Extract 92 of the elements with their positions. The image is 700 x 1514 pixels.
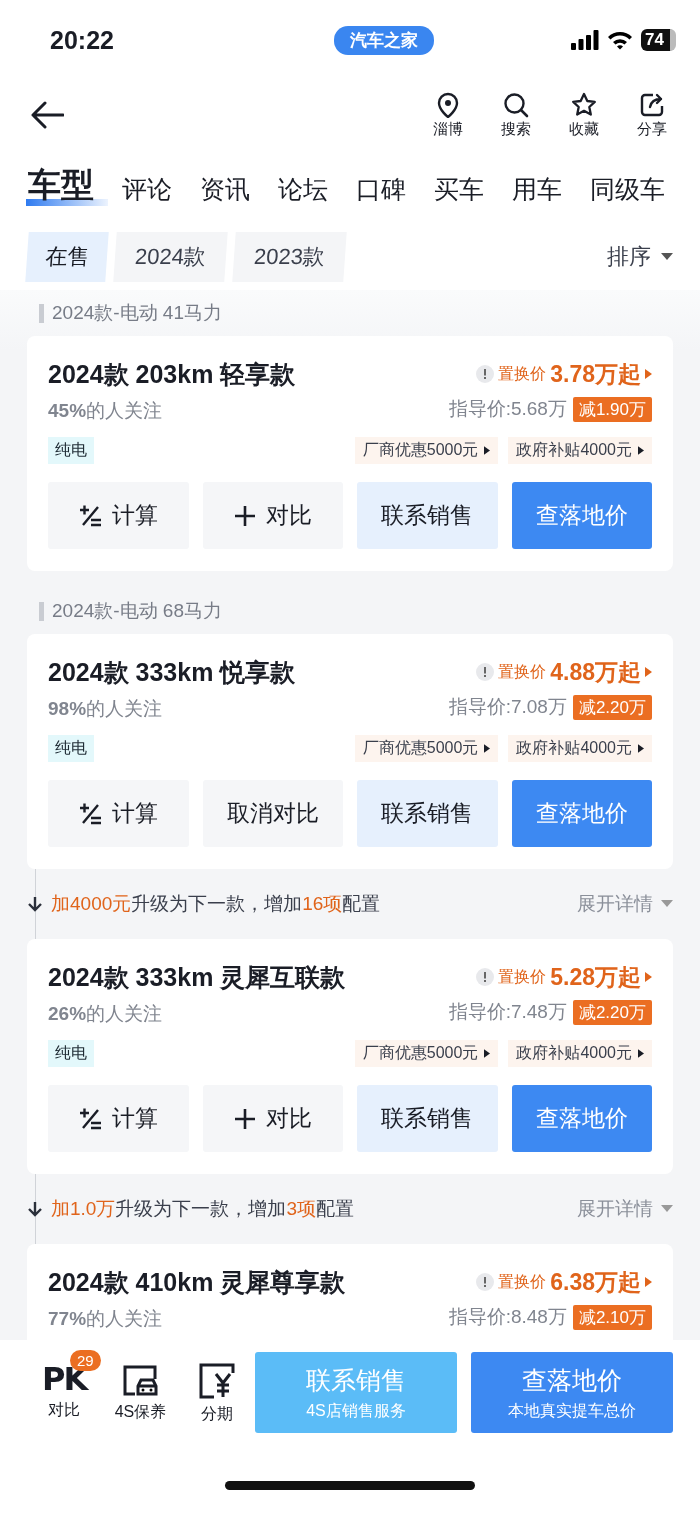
guide-price: 指导价:7.08万 (448, 695, 567, 719)
tab[interactable]: 资讯 (186, 173, 264, 214)
header-action-button[interactable]: 淄博 (414, 91, 482, 139)
header-action-button[interactable]: 收藏 (550, 91, 618, 139)
caret-down-icon (661, 900, 673, 908)
promotion-link[interactable]: 政府补贴4000元 (508, 1039, 652, 1067)
attention-text: 98%的人关注 (48, 697, 163, 721)
info-icon (476, 365, 495, 383)
wifi-icon (607, 30, 634, 50)
caret-right-icon (645, 1277, 652, 1287)
accent-bar (39, 601, 44, 621)
energy-tag: 纯电 (48, 436, 94, 464)
guide-price: 指导价:5.68万 (448, 397, 567, 421)
back-arrow-icon[interactable] (30, 101, 64, 129)
model-title: 2024款 410km 灵犀尊享款 (48, 1267, 346, 1298)
promotion-link[interactable]: 厂商优惠5000元 (354, 734, 499, 762)
signal-icon (571, 30, 600, 50)
plus-minus-icon (78, 503, 103, 528)
upgrade-text: 加1.0万升级为下一款，增加3项配置 (51, 1197, 354, 1221)
battery-level: 74 (641, 29, 676, 51)
caret-right-icon (638, 1048, 644, 1058)
filter-chip[interactable]: 2024款 (113, 232, 228, 282)
caret-right-icon (638, 445, 644, 455)
compare-button[interactable]: 取消对比 (202, 780, 343, 847)
tab[interactable]: 口碑 (342, 173, 420, 214)
attention-text: 77%的人关注 (48, 1307, 163, 1331)
header-action-button[interactable]: 分享 (618, 91, 686, 139)
down-arrow-icon (27, 896, 43, 912)
star-icon (571, 91, 597, 118)
guide-price: 指导价:7.48万 (448, 1000, 567, 1024)
location-pin-icon (435, 91, 461, 118)
discount-badge: 减1.90万 (572, 396, 652, 422)
toolbar-button[interactable]: 4S保养 (102, 1352, 179, 1423)
calculate-button[interactable]: 计算 (48, 780, 189, 847)
energy-tag: 纯电 (48, 734, 94, 762)
bill-icon (197, 1362, 236, 1400)
filter-chip[interactable]: 在售 (25, 232, 109, 282)
promotion-link[interactable]: 政府补贴4000元 (508, 436, 652, 464)
toolbar-button[interactable]: 分期 (178, 1352, 255, 1425)
model-title: 2024款 333km 灵犀互联款 (48, 962, 346, 993)
caret-right-icon (645, 667, 652, 677)
tab[interactable]: 评论 (108, 173, 186, 214)
contact-sales-button[interactable]: 联系销售 (357, 1085, 498, 1152)
attention-text: 45%的人关注 (48, 399, 163, 423)
accent-bar (39, 303, 44, 323)
caret-down-icon (661, 1205, 673, 1213)
discount-badge: 减2.20万 (572, 694, 652, 720)
tab[interactable]: 同级车 (576, 173, 679, 214)
attention-text: 26%的人关注 (48, 1002, 163, 1026)
upgrade-text: 加4000元升级为下一款，增加16项配置 (51, 892, 381, 916)
search-icon (503, 91, 529, 118)
app-name-badge: 汽车之家 (333, 25, 434, 55)
group-heading: 2024款-电动 41马力 (52, 301, 222, 325)
share-icon (639, 91, 665, 118)
contact-sales-button[interactable]: 联系销售 (357, 482, 498, 549)
info-icon (476, 663, 495, 681)
plus-icon (233, 1107, 256, 1130)
caret-right-icon (484, 743, 491, 753)
guide-price: 指导价:8.48万 (448, 1305, 567, 1329)
calculate-button[interactable]: 计算 (48, 482, 189, 549)
promotion-link[interactable]: 厂商优惠5000元 (354, 1039, 499, 1067)
model-title: 2024款 203km 轻享款 (48, 359, 296, 390)
plus-icon (233, 504, 256, 527)
caret-right-icon (645, 972, 652, 982)
tab[interactable]: 买车 (420, 173, 498, 214)
caret-right-icon (484, 1048, 491, 1058)
calculate-button[interactable]: 计算 (48, 1085, 189, 1152)
down-arrow-icon (27, 1201, 43, 1217)
energy-tag: 纯电 (48, 1039, 94, 1067)
group-heading: 2024款-电动 68马力 (52, 599, 222, 623)
caret-right-icon (484, 445, 491, 455)
plus-minus-icon (78, 1106, 103, 1131)
plus-minus-icon (78, 801, 103, 826)
caret-down-icon (661, 253, 673, 261)
compare-button[interactable]: 对比 (202, 1085, 343, 1152)
header-action-button[interactable]: 搜索 (482, 91, 550, 139)
info-icon (476, 968, 495, 986)
filter-chip[interactable]: 2023款 (232, 232, 347, 282)
promotion-link[interactable]: 厂商优惠5000元 (354, 436, 499, 464)
compare-button[interactable]: 对比 (202, 482, 343, 549)
promotion-link[interactable]: 政府补贴4000元 (508, 734, 652, 762)
discount-badge: 减2.10万 (572, 1304, 652, 1330)
caret-right-icon (638, 743, 644, 753)
tab[interactable]: 用车 (498, 173, 576, 214)
sort-button[interactable]: 排序 (607, 242, 673, 272)
tab[interactable]: 论坛 (264, 173, 342, 214)
model-title: 2024款 333km 悦享款 (48, 657, 296, 688)
info-icon (476, 1273, 495, 1291)
contact-sales-button[interactable]: 联系销售 (357, 780, 498, 847)
discount-badge: 减2.20万 (572, 999, 652, 1025)
status-time: 20:22 (50, 25, 115, 55)
caret-right-icon (645, 369, 652, 379)
